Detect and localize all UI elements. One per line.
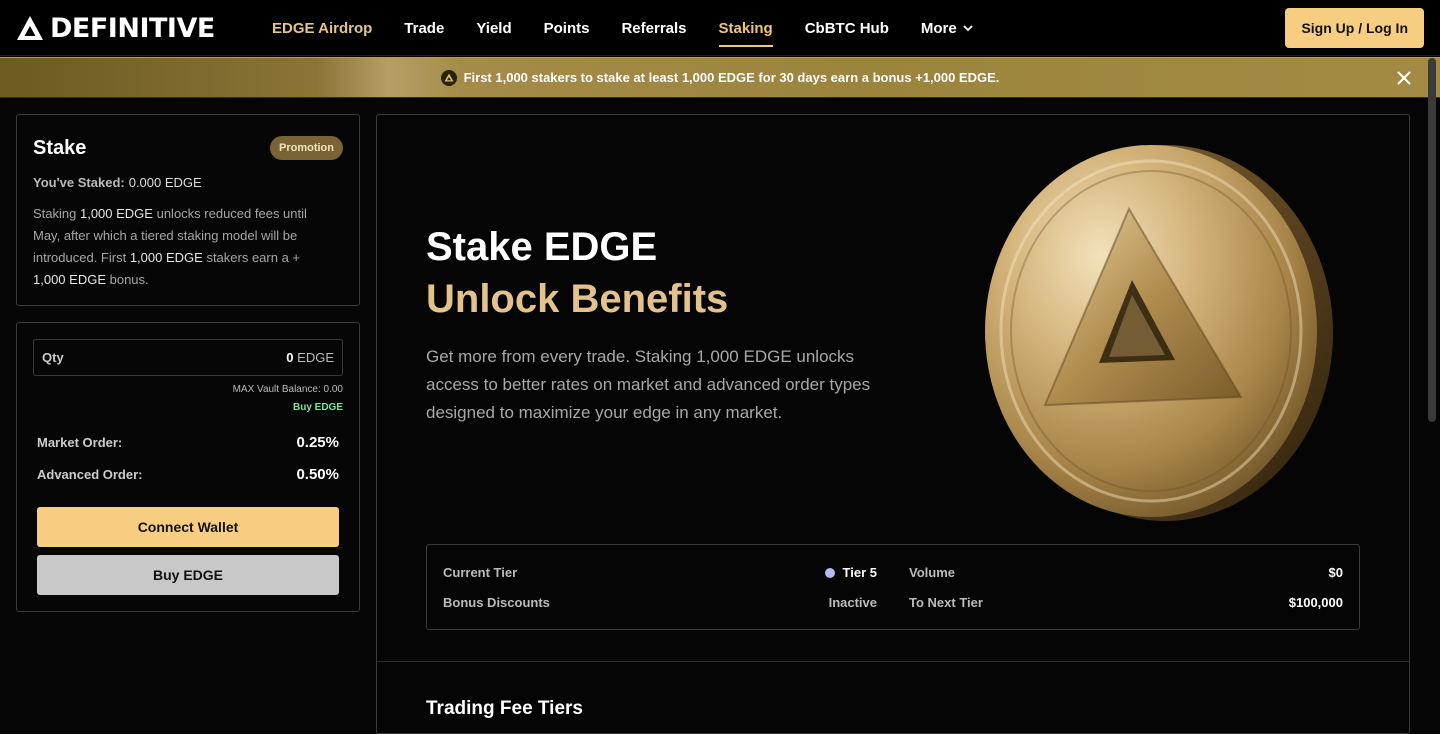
current-tier-text: Tier 5 xyxy=(842,565,877,580)
tier-summary: Current Tier Tier 5 Bonus Discounts Inac… xyxy=(426,544,1360,630)
connect-wallet-button[interactable]: Connect Wallet xyxy=(37,507,339,547)
volume-label: Volume xyxy=(909,565,955,580)
staked-value: 0.000 EDGE xyxy=(128,175,202,190)
hero-subtitle: Unlock Benefits xyxy=(426,277,729,321)
nav-link-yield[interactable]: Yield xyxy=(460,0,527,56)
signup-login-button[interactable]: Sign Up / Log In xyxy=(1285,8,1424,48)
bonus-discounts-label: Bonus Discounts xyxy=(443,595,550,610)
stake-card-title: Stake xyxy=(33,137,87,159)
qty-input[interactable]: Qty 0 EDGE xyxy=(33,339,343,376)
hero-description: Get more from every trade. Staking 1,000… xyxy=(426,347,871,422)
buy-edge-link[interactable]: Buy EDGE xyxy=(293,402,343,413)
stake-desc-highlight: 1,000 EDGE xyxy=(33,272,106,287)
nav-link-cbbtc-hub[interactable]: CbBTC Hub xyxy=(789,0,905,56)
staked-label: You've Staked: xyxy=(33,175,125,190)
stake-info-card: Stake Promotion You've Staked: 0.000 EDGE… xyxy=(16,114,360,306)
staking-main-panel: Stake EDGE Unlock Benefits Get more from… xyxy=(376,114,1410,734)
market-order-fee: 0.25% xyxy=(296,434,339,451)
nav-link-referrals[interactable]: Referrals xyxy=(605,0,702,56)
brand-name: DEFINITIVE xyxy=(50,12,215,44)
market-order-row: Market Order: 0.25% xyxy=(37,434,339,451)
page-scrollbar[interactable] xyxy=(1428,58,1436,422)
top-navigation: DEFINITIVE EDGE Airdrop Trade Yield Poin… xyxy=(0,0,1440,56)
hero-title: Stake EDGE xyxy=(426,225,658,269)
trading-fee-tiers-title: Trading Fee Tiers xyxy=(426,698,583,719)
current-tier-value: Tier 5 xyxy=(824,565,877,580)
nav-link-trade[interactable]: Trade xyxy=(388,0,460,56)
stake-description: Staking 1,000 EDGE unlocks reduced fees … xyxy=(33,203,333,291)
current-tier-label: Current Tier xyxy=(443,565,518,580)
edge-token-icon xyxy=(440,69,457,86)
volume-value: $0 xyxy=(1328,565,1343,580)
nav-more-label: More xyxy=(920,19,957,37)
chevron-down-icon xyxy=(963,25,973,31)
stake-desc-text: Staking xyxy=(33,206,80,221)
brand-logo[interactable]: DEFINITIVE xyxy=(16,12,215,44)
bonus-discounts-value: Inactive xyxy=(828,595,877,610)
stake-desc-highlight: 1,000 EDGE xyxy=(129,250,203,265)
buy-edge-button[interactable]: Buy EDGE xyxy=(37,555,339,595)
qty-amount: 0 xyxy=(286,350,294,365)
next-tier-label: To Next Tier xyxy=(909,595,983,610)
stake-desc-highlight: 1,000 EDGE xyxy=(79,206,153,221)
qty-label: Qty xyxy=(42,350,64,365)
advanced-order-label: Advanced Order: xyxy=(37,467,143,482)
advanced-order-fee: 0.50% xyxy=(296,466,339,483)
section-divider xyxy=(377,661,1409,662)
stake-desc-text: bonus. xyxy=(106,272,149,287)
promo-banner: First 1,000 stakers to stake at least 1,… xyxy=(0,57,1440,98)
advanced-order-row: Advanced Order: 0.50% xyxy=(37,466,339,483)
close-icon[interactable] xyxy=(1396,70,1412,86)
edge-coin-icon xyxy=(985,145,1333,521)
staked-amount: You've Staked: 0.000 EDGE xyxy=(33,175,202,190)
nav-link-edge-airdrop[interactable]: EDGE Airdrop xyxy=(256,0,388,56)
nav-link-more[interactable]: More xyxy=(905,0,989,56)
next-tier-value: $100,000 xyxy=(1288,595,1343,610)
market-order-label: Market Order: xyxy=(37,435,123,450)
logo-triangle-icon xyxy=(17,16,43,40)
qty-unit: EDGE xyxy=(297,350,334,365)
nav-link-points[interactable]: Points xyxy=(528,0,606,56)
nav-link-staking[interactable]: Staking xyxy=(703,0,789,56)
banner-text: First 1,000 stakers to stake at least 1,… xyxy=(463,70,1000,85)
stake-desc-text: stakers earn a + xyxy=(202,250,301,265)
tier-status-dot-icon xyxy=(824,568,835,578)
promotion-badge: Promotion xyxy=(270,136,343,160)
nav-links: EDGE Airdrop Trade Yield Points Referral… xyxy=(256,0,989,56)
qty-value: 0 EDGE xyxy=(286,350,334,365)
banner-content: First 1,000 stakers to stake at least 1,… xyxy=(440,69,1000,86)
max-vault-balance: MAX Vault Balance: 0.00 xyxy=(232,384,343,395)
stake-order-card: Qty 0 EDGE MAX Vault Balance: 0.00 Buy E… xyxy=(16,322,360,612)
